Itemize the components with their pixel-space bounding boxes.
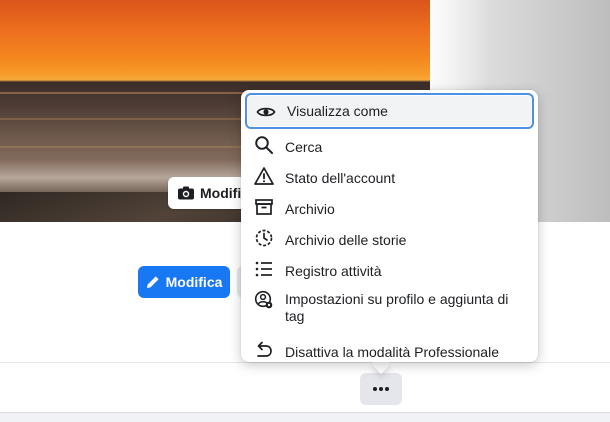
pencil-icon: [146, 276, 159, 288]
archive-box-icon: [253, 196, 275, 218]
eye-icon: [255, 101, 277, 123]
profile-settings-icon: [253, 289, 275, 311]
menu-item-label: Registro attività: [285, 263, 382, 279]
camera-icon: [178, 186, 194, 200]
menu-item-view-as[interactable]: Visualizza come: [245, 93, 534, 129]
menu-item-label: Impostazioni su profilo e aggiunta di ta…: [285, 291, 509, 324]
menu-item-label: Cerca: [285, 139, 323, 155]
activity-list-icon: [253, 258, 275, 280]
more-dots-icon: [379, 387, 383, 391]
menu-item-profile-tag-settings[interactable]: Impostazioni su profilo e aggiunta di ta…: [245, 284, 534, 334]
search-icon: [253, 134, 275, 156]
undo-icon: [253, 339, 275, 361]
menu-item-search[interactable]: Cerca: [245, 129, 534, 160]
menu-item-account-status[interactable]: Stato dell'account: [245, 160, 534, 191]
menu-item-archive[interactable]: Archivio: [245, 191, 534, 222]
menu-item-label: Archivio delle storie: [285, 232, 407, 248]
warning-icon: [253, 165, 275, 187]
menu-item-label: Archivio: [285, 201, 335, 217]
page-bottom-strip: [0, 412, 610, 422]
more-dots-icon: [372, 387, 377, 391]
menu-item-story-archive[interactable]: Archivio delle storie: [245, 222, 534, 253]
more-options-button[interactable]: [360, 373, 402, 405]
menu-item-label: Disattiva la modalità Professionale: [285, 344, 499, 360]
story-history-icon: [253, 227, 275, 249]
more-options-menu: Visualizza come Cerca Stato dell'account…: [241, 90, 538, 362]
menu-item-label: Visualizza come: [287, 103, 388, 119]
edit-profile-label: Modifica: [165, 274, 223, 290]
menu-item-activity-log[interactable]: Registro attività: [245, 253, 534, 284]
menu-item-disable-professional[interactable]: Disattiva la modalità Professionale: [245, 334, 534, 365]
more-dots-icon: [385, 387, 390, 391]
menu-item-label: Stato dell'account: [285, 170, 396, 186]
edit-profile-button[interactable]: Modifica: [138, 266, 230, 298]
